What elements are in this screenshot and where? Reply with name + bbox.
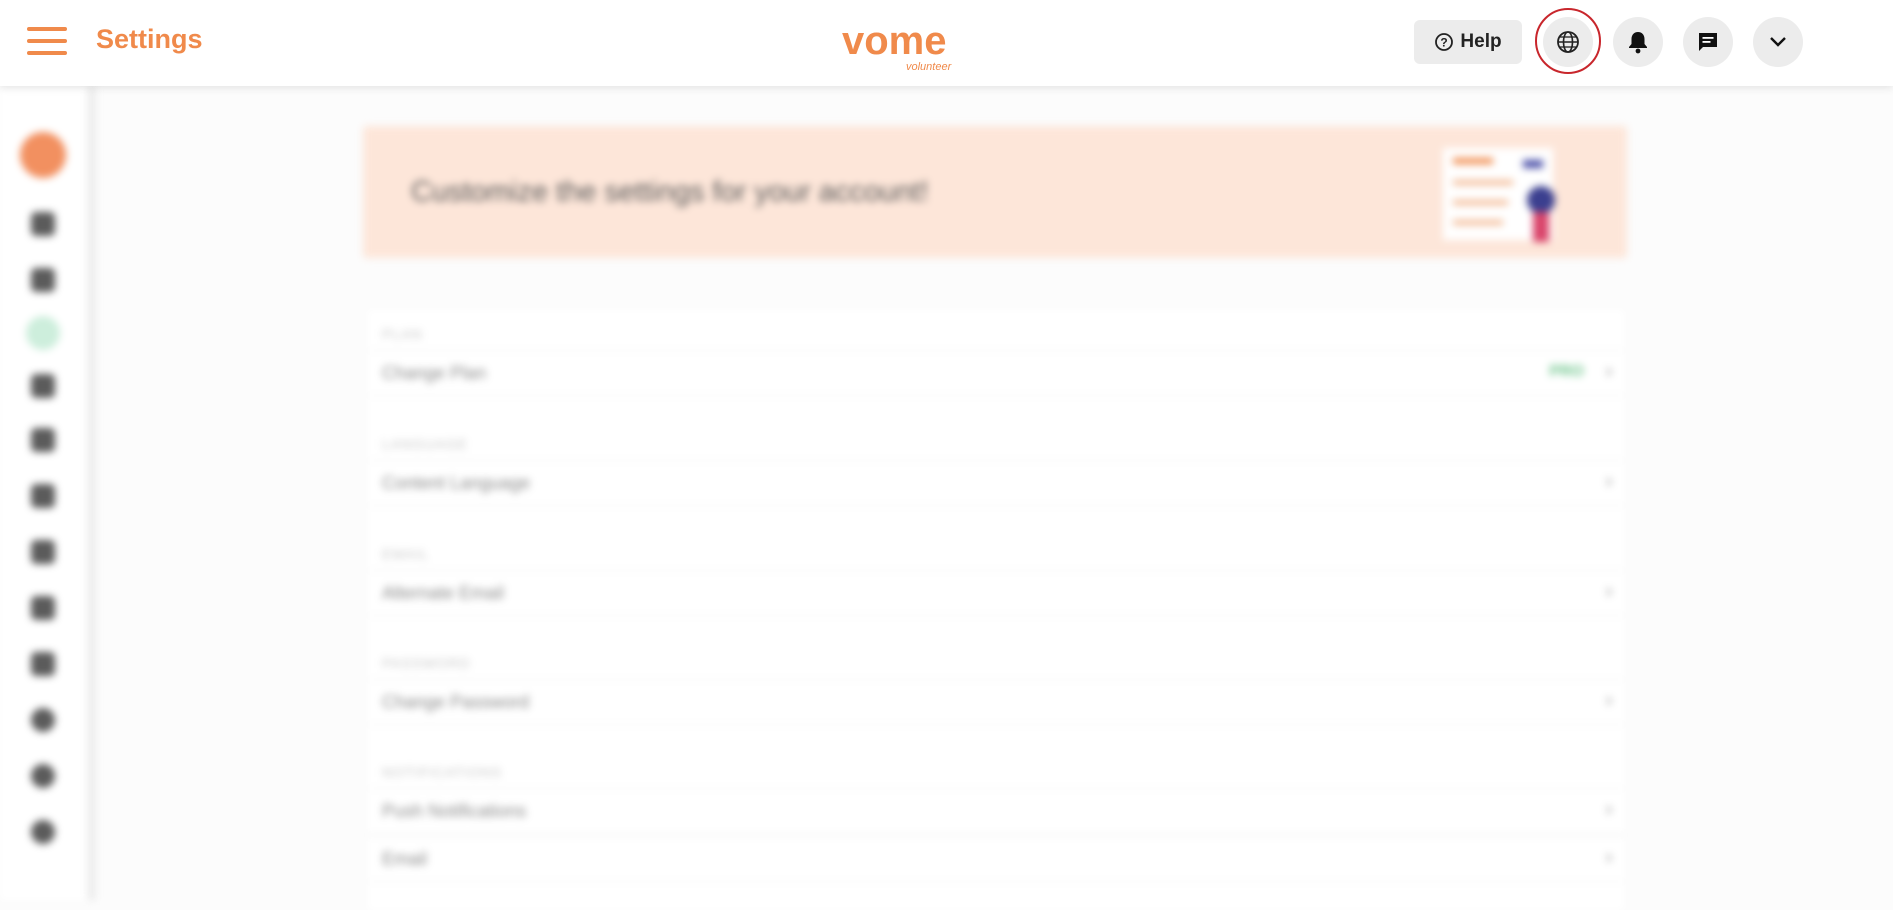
menu-icon[interactable]: [27, 27, 67, 57]
row-label: Change Plan: [382, 363, 487, 383]
sidebar-item-reports[interactable]: [31, 374, 55, 398]
settings-row-change-password[interactable]: Change Password ›: [368, 679, 1624, 725]
row-label: Content Language: [382, 473, 531, 493]
sidebar-item-active[interactable]: [26, 316, 60, 350]
section-heading-notifications: NOTIFICATIONS: [382, 764, 503, 780]
chevron-right-icon: ›: [1606, 361, 1612, 381]
section-heading-password: PASSWORD: [382, 655, 471, 671]
settings-row-alternate-email[interactable]: Alternate Email ›: [368, 570, 1624, 616]
row-label: Email: [382, 849, 428, 869]
help-button[interactable]: ? Help: [1414, 20, 1522, 64]
chevron-down-icon: [1770, 37, 1786, 47]
chevron-right-icon: ›: [1606, 471, 1612, 491]
chevron-right-icon: ›: [1606, 690, 1612, 710]
sidebar-item-settings[interactable]: [31, 708, 55, 732]
row-label: Alternate Email: [382, 583, 505, 603]
chevron-right-icon: ›: [1606, 847, 1612, 867]
pro-badge: PRO: [1549, 363, 1584, 380]
user-avatar[interactable]: [20, 132, 66, 178]
sidebar-item-calendar[interactable]: [31, 484, 55, 508]
help-circle-icon: ?: [1435, 33, 1454, 51]
row-label: Change Password: [382, 692, 530, 712]
sidebar-item-dashboard[interactable]: [31, 212, 55, 236]
settings-row-content-language[interactable]: Content Language ›: [368, 460, 1624, 506]
messages-button[interactable]: [1683, 17, 1733, 67]
section-heading-email: EMAIL: [382, 546, 430, 562]
sidebar-item-analytics[interactable]: [31, 428, 55, 452]
language-button[interactable]: [1543, 17, 1593, 67]
top-bar: Settings vome volunteer ? Help: [0, 0, 1893, 86]
banner-text: Customize the settings for your account!: [411, 176, 929, 208]
chevron-right-icon: ›: [1606, 799, 1612, 819]
svg-text:volunteer: volunteer: [906, 61, 953, 73]
settings-panel: PLAN Change Plan PRO › LANGUAGE Content …: [368, 310, 1624, 910]
chat-icon: [1699, 33, 1717, 51]
sidebar-item-badges[interactable]: [31, 596, 55, 620]
section-heading-plan: PLAN: [382, 326, 423, 342]
sidebar-item-help[interactable]: [31, 764, 55, 788]
settings-banner: Customize the settings for your account!: [363, 126, 1627, 258]
help-label: Help: [1460, 31, 1502, 52]
page-title: Settings: [96, 24, 203, 54]
settings-row-push-notifications[interactable]: Push Notifications ›: [368, 788, 1624, 834]
settings-row-change-plan[interactable]: Change Plan PRO ›: [368, 350, 1624, 396]
vome-logo: vome volunteer: [842, 19, 953, 73]
sidebar-item-people[interactable]: [31, 652, 55, 676]
sidebar: [0, 86, 95, 900]
notifications-button[interactable]: [1613, 17, 1663, 67]
svg-text:vome: vome: [842, 19, 947, 63]
content-area: Customize the settings for your account!…: [0, 86, 1893, 910]
sidebar-item-notifications[interactable]: [31, 268, 55, 292]
settings-row-email-notifications[interactable]: Email ›: [368, 836, 1624, 882]
sidebar-item-logout[interactable]: [31, 820, 55, 844]
row-label: Push Notifications: [382, 801, 527, 821]
chevron-right-icon: ›: [1606, 581, 1612, 601]
globe-icon: [1557, 31, 1579, 53]
profile-menu-button[interactable]: [1753, 17, 1803, 67]
banner-illustration: [1443, 148, 1555, 242]
section-heading-language: LANGUAGE: [382, 436, 468, 452]
svg-text:?: ?: [1441, 36, 1448, 50]
sidebar-item-list[interactable]: [31, 540, 55, 564]
bell-icon: [1629, 32, 1647, 54]
